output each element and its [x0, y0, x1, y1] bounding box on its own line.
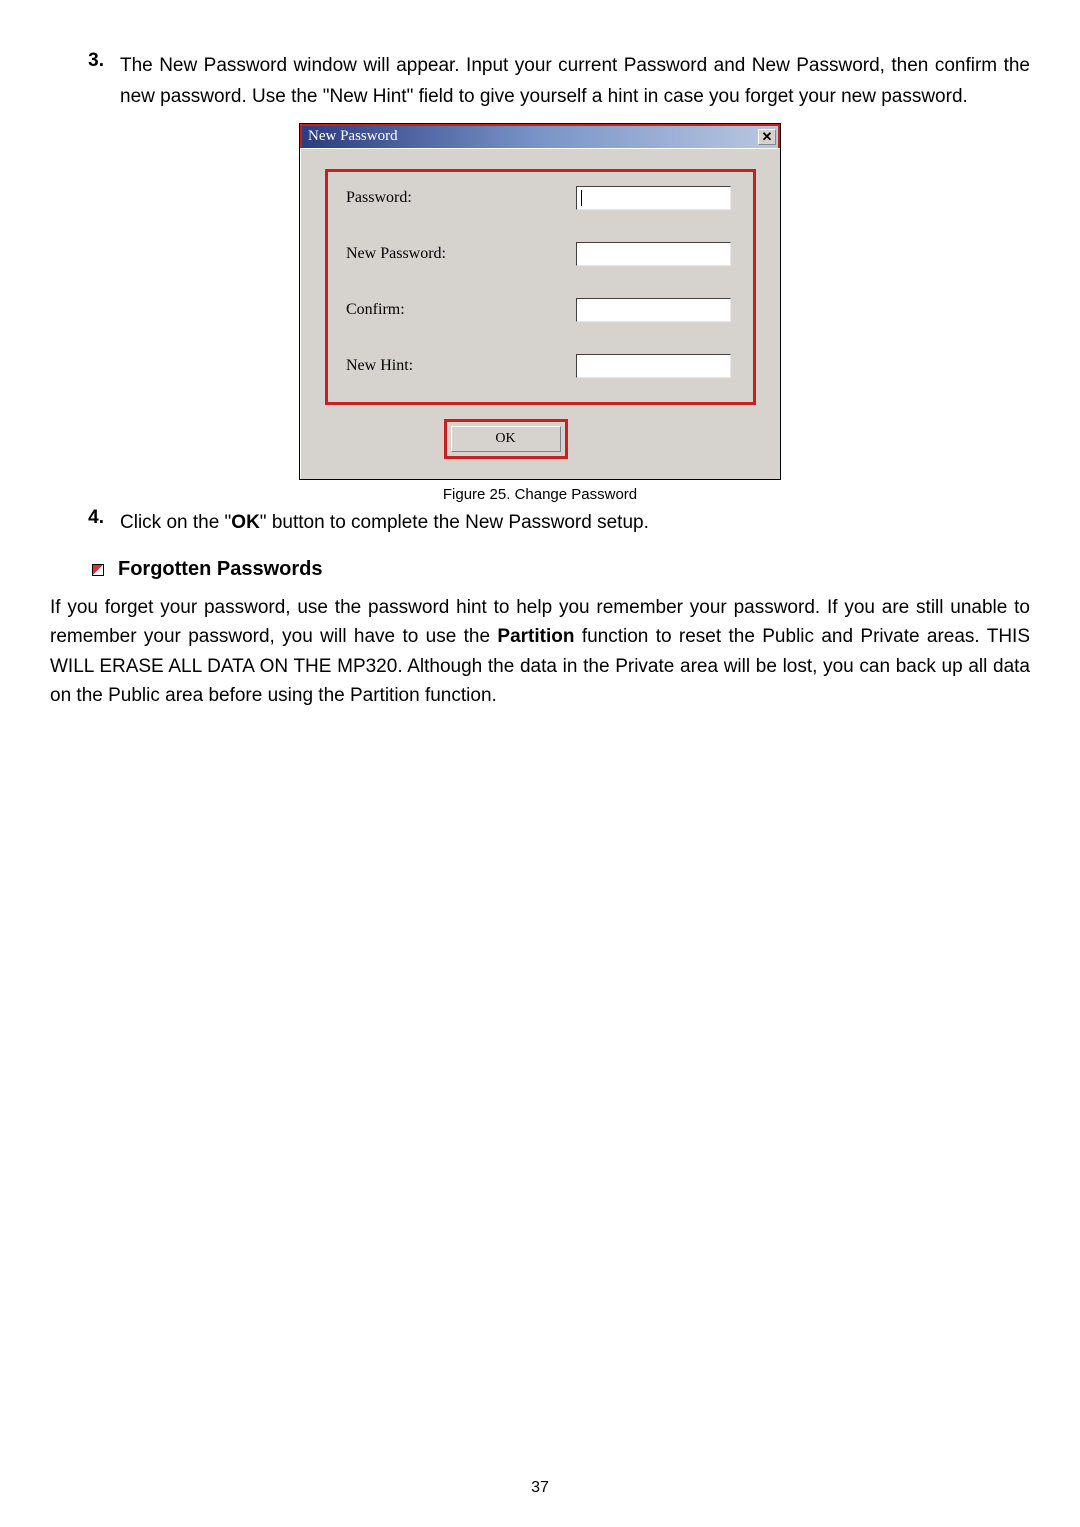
- password-label: Password:: [346, 189, 576, 207]
- confirm-input[interactable]: [576, 298, 731, 322]
- new-password-label: New Password:: [346, 245, 576, 263]
- step-4-number: 4.: [50, 507, 120, 538]
- password-input[interactable]: [576, 186, 731, 210]
- step-4-text: Click on the "OK" button to complete the…: [120, 507, 1030, 538]
- new-hint-input[interactable]: [576, 354, 731, 378]
- step-4-post: " button to complete the New Password se…: [260, 512, 649, 533]
- dialog-title: New Password: [308, 128, 398, 145]
- ok-highlight-box: OK: [444, 419, 568, 459]
- new-hint-label: New Hint:: [346, 357, 576, 375]
- step-3-number: 3.: [50, 50, 120, 113]
- figure-caption: Figure 25. Change Password: [443, 486, 637, 503]
- dialog-titlebar: New Password ✕: [300, 124, 780, 148]
- close-icon[interactable]: ✕: [758, 129, 776, 145]
- new-password-input[interactable]: [576, 242, 731, 266]
- page-number: 37: [0, 1479, 1080, 1497]
- ok-button[interactable]: OK: [451, 426, 561, 452]
- section-paragraph: If you forget your password, use the pas…: [50, 593, 1030, 711]
- form-highlight-box: Password: New Password: Confirm: New Hin…: [325, 169, 756, 405]
- step-3-text: The New Password window will appear. Inp…: [120, 50, 1030, 113]
- text-cursor-icon: [581, 190, 582, 206]
- step-4-bold: OK: [231, 512, 260, 533]
- section-p-bold: Partition: [497, 626, 574, 647]
- step-4-pre: Click on the ": [120, 512, 231, 533]
- new-password-dialog: New Password ✕ Password: New Password: C…: [299, 123, 781, 480]
- section-bullet-icon: [92, 564, 104, 576]
- confirm-label: Confirm:: [346, 301, 576, 319]
- section-title: Forgotten Passwords: [118, 558, 322, 581]
